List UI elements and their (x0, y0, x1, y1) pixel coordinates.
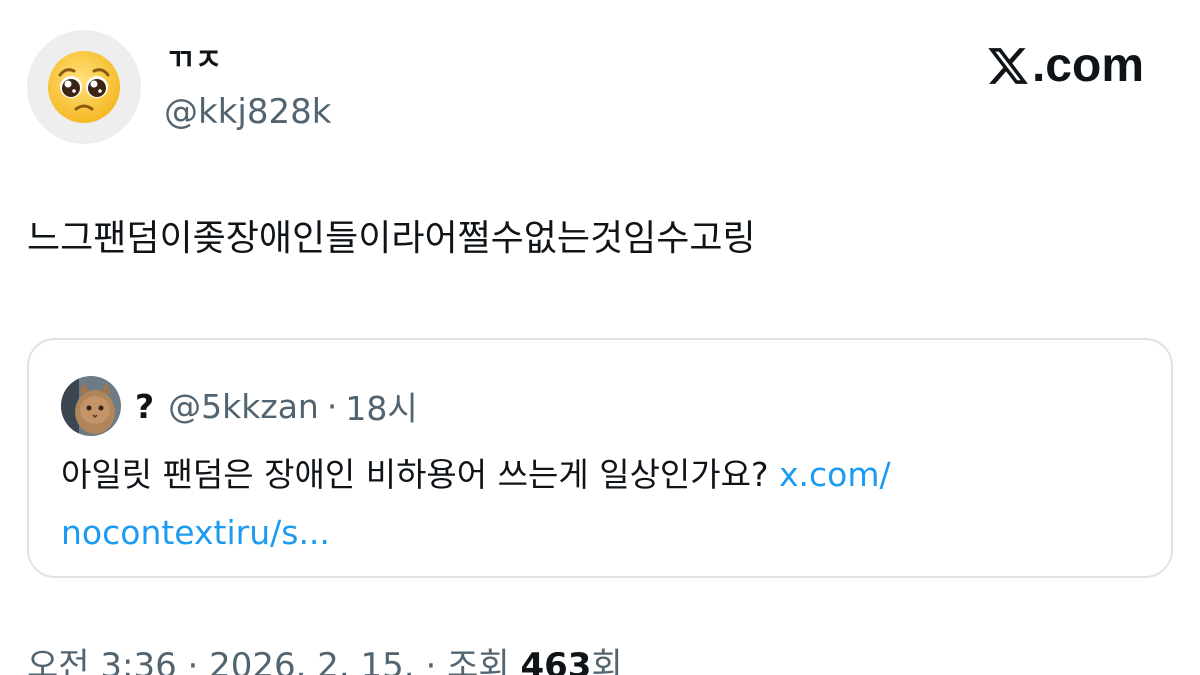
quoted-tweet-time[interactable]: 18시 (345, 382, 417, 430)
views-label: 조회 (447, 646, 510, 675)
quoted-tweet[interactable]: ? @5kkzan · 18시 아일릿 팬덤은 장애인 비하용어 쓰는게 일상인… (27, 338, 1173, 578)
quoted-tweet-header: ? @5kkzan · 18시 (61, 376, 418, 436)
views-count: 463 (520, 646, 592, 675)
x-brand: .com (986, 38, 1144, 94)
x-logo-icon (988, 48, 1028, 84)
tweet-meta: 오전 3:36 · 2026. 2. 15. · 조회 463회 (27, 644, 623, 675)
cat-photo-icon (61, 376, 121, 436)
separator-dot: · (326, 386, 338, 426)
author-avatar[interactable] (27, 30, 141, 144)
brand-domain-text: .com (1031, 39, 1144, 92)
pleading-face-icon (48, 51, 120, 123)
tweet-text: 느그팬덤이좆장애인들이라어쩔수없는것임수고링 (27, 218, 756, 259)
quoted-tweet-text: 아일릿 팬덤은 장애인 비하용어 쓰는게 일상인가요? x.com/ nocon… (61, 446, 1121, 562)
author-handle[interactable]: @kkj828k (164, 92, 331, 132)
quoted-author-avatar[interactable] (61, 376, 121, 436)
quoted-tweet-body: 아일릿 팬덤은 장애인 비하용어 쓰는게 일상인가요? (61, 455, 780, 494)
quoted-author-handle[interactable]: @5kkzan (168, 387, 319, 426)
separator-dot: · (187, 646, 199, 675)
tweet-date[interactable]: 2026. 2. 15. (209, 646, 414, 675)
author-display-name[interactable]: ㄲㅈ (166, 44, 223, 78)
views-suffix: 회 (591, 646, 623, 675)
separator-dot: · (425, 646, 437, 675)
tweet-card: ㄲㅈ @kkj828k .com 느그팬덤이좆장애인들이라어쩔수없는것임수고링 (0, 0, 1200, 675)
tweet-time[interactable]: 오전 3:36 (27, 646, 177, 675)
quoted-author-name[interactable]: ? (135, 387, 154, 426)
